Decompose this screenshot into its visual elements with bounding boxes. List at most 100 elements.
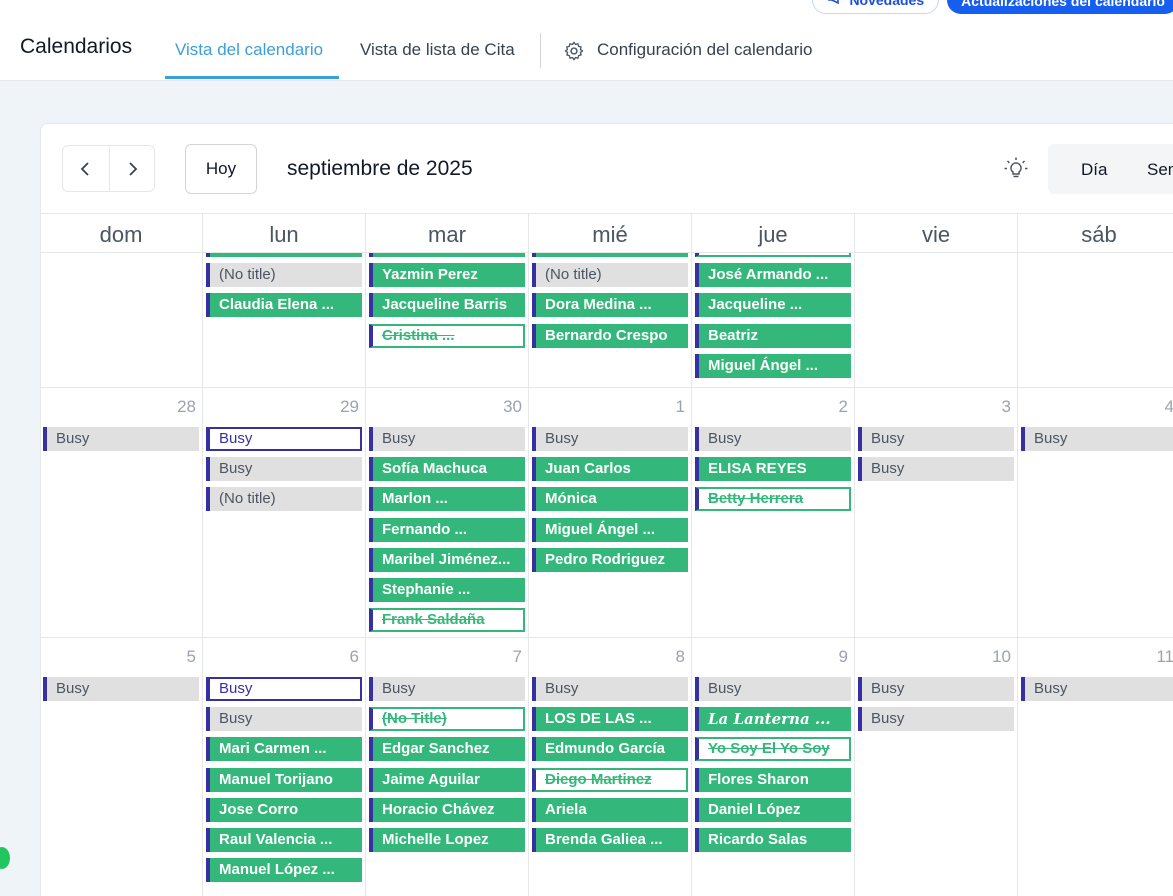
day-cell[interactable]: 29 Busy Busy (No title) bbox=[203, 388, 366, 637]
event-chip[interactable]: Horacio Chávez bbox=[369, 797, 525, 822]
event-chip[interactable]: Busy bbox=[858, 677, 1014, 701]
day-cell[interactable]: 2 Busy ELISA REYES Betty Herrera bbox=[692, 388, 855, 637]
event-chip[interactable]: Manuel López ... bbox=[206, 858, 362, 883]
day-cell[interactable]: 3 Busy Busy bbox=[855, 388, 1018, 637]
event-chip[interactable]: Michelle Lopez bbox=[369, 828, 525, 852]
day-number[interactable]: 3 bbox=[1002, 397, 1011, 417]
event-chip[interactable]: Miguel Ángel ... bbox=[695, 353, 851, 378]
event-chip[interactable]: (No title) bbox=[206, 487, 362, 512]
event-chip[interactable]: Yo Soy El Yo Soy bbox=[695, 737, 851, 762]
event-chip[interactable]: (No Title) bbox=[369, 707, 525, 732]
day-cell[interactable]: Marcela Ordoñez (No title) Dora Medina ...… bbox=[529, 253, 692, 387]
event-chip[interactable]: Busy bbox=[532, 427, 688, 451]
tab-calendar-view[interactable]: Vista del calendario bbox=[175, 40, 323, 60]
event-chip[interactable]: Sofía Machuca bbox=[369, 457, 525, 482]
event-chip[interactable]: Busy bbox=[1021, 427, 1173, 451]
event-chip[interactable]: Marlon ... bbox=[369, 487, 525, 512]
event-chip[interactable]: Juan Carlos bbox=[532, 457, 688, 482]
today-button[interactable]: Hoy bbox=[185, 144, 257, 194]
day-cell[interactable]: Sebastian Rochin José Armando ... Jacqueli… bbox=[692, 253, 855, 387]
event-chip[interactable]: Busy bbox=[43, 427, 199, 451]
event-chip[interactable]: Ricardo Salas bbox=[695, 828, 851, 852]
day-cell[interactable]: Erick Gustavo ... (No title) Claudia Elena… bbox=[203, 253, 366, 387]
event-chip[interactable]: Busy bbox=[206, 707, 362, 732]
day-cell[interactable]: 30 Busy Sofía Machuca Marlon ... Fernando ..… bbox=[366, 388, 529, 637]
previous-month-button[interactable] bbox=[63, 146, 109, 191]
next-month-button[interactable] bbox=[108, 146, 155, 191]
event-chip[interactable]: Raul Valencia ... bbox=[206, 828, 362, 852]
event-chip[interactable]: Busy bbox=[43, 677, 199, 701]
day-number[interactable]: 29 bbox=[340, 397, 359, 417]
day-number[interactable]: 5 bbox=[187, 647, 196, 667]
day-number[interactable]: 4 bbox=[1165, 397, 1173, 417]
tab-calendar-settings[interactable]: Configuración del calendario bbox=[597, 40, 812, 60]
view-day-button[interactable]: Día bbox=[1081, 160, 1107, 180]
day-number[interactable]: 11 bbox=[1156, 647, 1173, 667]
day-number[interactable]: 8 bbox=[676, 647, 685, 667]
day-number[interactable]: 30 bbox=[503, 397, 522, 417]
event-chip[interactable]: Marcela Ordoñez bbox=[532, 253, 688, 257]
day-cell[interactable]: 10 Busy Busy bbox=[855, 638, 1018, 896]
event-chip[interactable]: Busy bbox=[369, 427, 525, 451]
tab-appointment-list[interactable]: Vista de lista de Cita bbox=[360, 40, 515, 60]
event-chip[interactable]: Manuel Torijano bbox=[206, 767, 362, 792]
day-cell[interactable]: 1 Busy Juan Carlos Mónica Miguel Ángel ... Pe… bbox=[529, 388, 692, 637]
event-chip[interactable]: Yazmin Perez bbox=[369, 263, 525, 288]
day-cell[interactable]: 8 Busy LOS DE LAS ... Edmundo García Diego M… bbox=[529, 638, 692, 896]
day-cell[interactable]: 5 Busy bbox=[40, 638, 203, 896]
event-chip[interactable]: LOS DE LAS ... bbox=[532, 707, 688, 732]
event-chip[interactable]: Ariela bbox=[532, 797, 688, 822]
lightbulb-icon[interactable] bbox=[1003, 156, 1029, 182]
day-number[interactable]: 28 bbox=[177, 397, 196, 417]
day-cell[interactable]: 28 Busy bbox=[40, 388, 203, 637]
day-cell[interactable] bbox=[855, 253, 1018, 387]
event-chip[interactable]: (No title) bbox=[532, 263, 688, 288]
event-chip[interactable]: Mónica bbox=[532, 487, 688, 512]
event-chip[interactable]: Fernando ... bbox=[369, 517, 525, 542]
calendar-updates-button[interactable]: Actualizaciones del calendario bbox=[947, 0, 1173, 14]
day-cell[interactable]: 9 Busy La Lanterna ... Yo Soy El Yo Soy Flor… bbox=[692, 638, 855, 896]
event-chip[interactable]: Stephanie ... bbox=[369, 578, 525, 602]
event-chip[interactable]: Yaron Andre Dom bbox=[369, 253, 525, 257]
day-cell[interactable]: 6 Busy Busy Mari Carmen ... Manuel Torijano J… bbox=[203, 638, 366, 896]
event-chip[interactable]: Jacqueline ... bbox=[695, 293, 851, 318]
event-chip[interactable]: Edmundo García bbox=[532, 737, 688, 762]
event-chip[interactable]: Busy bbox=[1021, 677, 1173, 701]
event-chip[interactable]: Beatriz bbox=[695, 323, 851, 348]
day-cell[interactable] bbox=[40, 253, 203, 387]
event-chip[interactable]: Jaime Aguilar bbox=[369, 767, 525, 792]
event-chip[interactable]: Busy bbox=[206, 677, 362, 701]
event-chip[interactable]: Busy bbox=[206, 427, 362, 451]
day-cell[interactable]: Yaron Andre Dom Yazmin Perez Jacqueline Ba… bbox=[366, 253, 529, 387]
event-chip[interactable]: Busy bbox=[858, 457, 1014, 482]
view-week-button[interactable]: Semana bbox=[1147, 160, 1173, 180]
event-chip[interactable]: Frank Saldaña bbox=[369, 608, 525, 633]
day-cell[interactable]: 11 Busy bbox=[1018, 638, 1173, 896]
event-chip[interactable]: Bernardo Crespo bbox=[532, 323, 688, 348]
event-chip[interactable]: Jose Corro bbox=[206, 797, 362, 822]
event-chip[interactable]: Busy bbox=[695, 427, 851, 451]
event-chip[interactable]: Pedro Rodriguez bbox=[532, 547, 688, 572]
event-chip[interactable]: Busy bbox=[532, 677, 688, 701]
event-chip[interactable]: Busy bbox=[858, 427, 1014, 451]
event-chip[interactable]: Jacqueline Barris bbox=[369, 293, 525, 318]
day-number[interactable]: 7 bbox=[513, 647, 522, 667]
event-chip[interactable]: La Lanterna ... bbox=[695, 707, 851, 732]
event-chip[interactable]: José Armando ... bbox=[695, 263, 851, 288]
event-chip[interactable]: Sebastian Rochin bbox=[695, 253, 851, 257]
event-chip[interactable]: Busy bbox=[858, 707, 1014, 732]
day-number[interactable]: 1 bbox=[676, 397, 685, 417]
day-cell[interactable]: 4 Busy bbox=[1018, 388, 1173, 637]
news-button[interactable]: Novedades bbox=[812, 0, 940, 14]
day-cell[interactable] bbox=[1018, 253, 1173, 387]
event-chip[interactable]: Dora Medina ... bbox=[532, 293, 688, 318]
day-cell[interactable]: 7 Busy (No Title) Edgar Sanchez Jaime Aguila… bbox=[366, 638, 529, 896]
event-chip[interactable]: Edgar Sanchez bbox=[369, 737, 525, 762]
event-chip[interactable]: (No title) bbox=[206, 263, 362, 288]
event-chip[interactable]: Claudia Elena ... bbox=[206, 293, 362, 318]
event-chip[interactable]: Busy bbox=[369, 677, 525, 701]
event-chip[interactable]: Betty Herrera bbox=[695, 487, 851, 512]
event-chip[interactable]: Miguel Ángel ... bbox=[532, 517, 688, 542]
event-chip[interactable]: Brenda Galiea ... bbox=[532, 828, 688, 852]
day-number[interactable]: 2 bbox=[839, 397, 848, 417]
